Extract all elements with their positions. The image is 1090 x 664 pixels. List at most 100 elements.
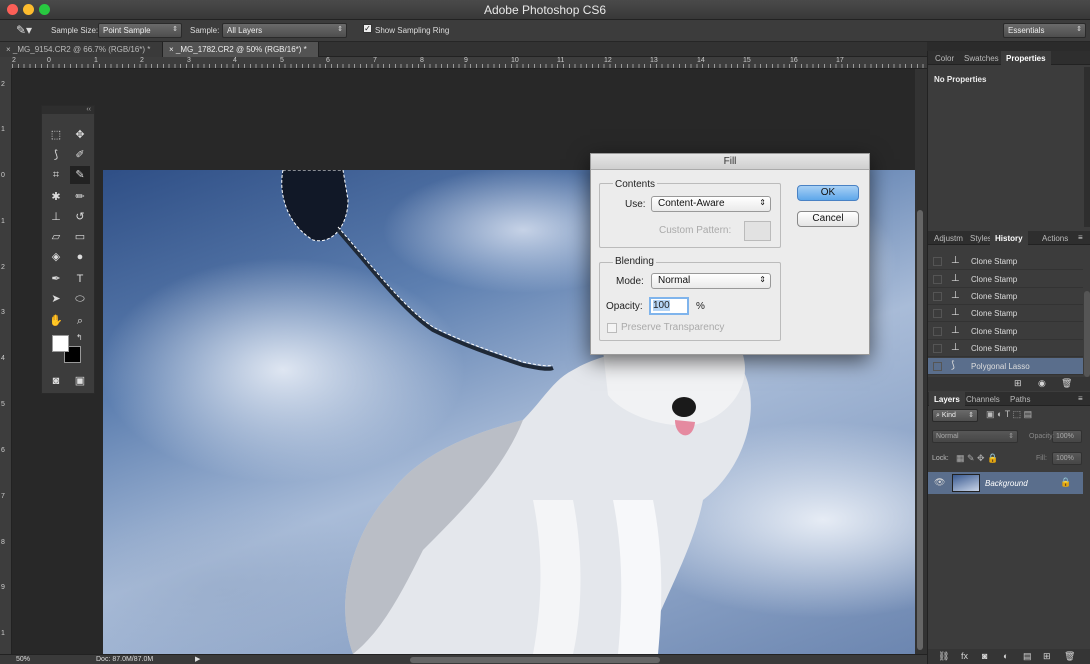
tab-adjustments[interactable]: Adjustm [929, 231, 968, 245]
cancel-button[interactable]: Cancel [797, 211, 859, 227]
clone-stamp-icon: ⊥ [951, 325, 960, 336]
title-bar: Adobe Photoshop CS6 [0, 0, 1090, 20]
history-item[interactable]: ⊥ Clone Stamp [928, 288, 1083, 305]
workspace-select[interactable]: Essentials ⇕ [1003, 23, 1086, 38]
history-scrollbar[interactable] [1084, 291, 1090, 377]
dodge-tool-icon[interactable]: ● [70, 248, 90, 266]
brush-tool-icon[interactable]: ✏ [70, 188, 90, 206]
layer-filter-icons[interactable]: ▣ ◐ T ⬚ ▤ [986, 409, 1032, 420]
tools-panel: ‹‹ ⬚ ✥ ⟆ ✐ ⌗ ✎ ✱ ✏ ⊥ ↺ ▱ ▭ ◈ ● ✒ T ➤ ⬭ ✋… [41, 105, 95, 394]
type-tool-icon[interactable]: T [70, 270, 90, 288]
eraser-tool-icon[interactable]: ▱ [46, 228, 66, 246]
custom-pattern-picker[interactable] [744, 221, 771, 241]
show-ring-checkbox[interactable]: ✓ [363, 24, 372, 33]
clone-stamp-tool-icon[interactable]: ⊥ [46, 208, 66, 226]
swap-colors-icon[interactable]: ↰ [76, 333, 83, 342]
properties-scrollbar[interactable] [1084, 67, 1090, 227]
opacity-input[interactable]: 100 [649, 297, 689, 315]
tab-layers[interactable]: Layers [929, 392, 965, 406]
history-item[interactable]: ⊥ Clone Stamp [928, 253, 1083, 270]
history-item[interactable]: ⊥ Clone Stamp [928, 323, 1083, 340]
gradient-tool-icon[interactable]: ▭ [70, 228, 90, 246]
lock-icons[interactable]: ▦ ✎ ✥ 🔒 [956, 453, 998, 464]
history-item-selected[interactable]: ⟆ Polygonal Lasso [928, 358, 1083, 375]
ruler-tick-label: 1 [1, 126, 5, 133]
blur-tool-icon[interactable]: ◈ [46, 248, 66, 266]
visibility-eye-icon[interactable]: 👁 [934, 477, 945, 488]
new-document-from-state-icon[interactable]: ⊞ [1014, 378, 1022, 389]
use-select[interactable]: Content-Aware ⇕ [651, 196, 771, 212]
mode-select[interactable]: Normal ⇕ [651, 273, 771, 289]
spot-healing-tool-icon[interactable]: ✱ [46, 188, 66, 206]
clone-stamp-icon: ⊥ [951, 342, 960, 353]
document-tab-active[interactable]: × _MG_1782.CR2 @ 50% (RGB/16*) * [163, 42, 319, 57]
history-item[interactable]: ⊥ Clone Stamp [928, 305, 1083, 322]
foreground-color-swatch[interactable] [52, 335, 69, 352]
mode-label: Mode: [616, 276, 644, 287]
zoom-tool-icon[interactable]: ⌕ [70, 312, 90, 330]
ok-button[interactable]: OK [797, 185, 859, 201]
layer-style-icon[interactable]: fx [961, 651, 968, 661]
select-arrows-icon: ⇕ [968, 412, 974, 419]
path-selection-tool-icon[interactable]: ➤ [46, 290, 66, 308]
document-tab-bar: × _MG_9154.CR2 @ 66.7% (RGB/16*) * × _MG… [0, 42, 927, 57]
clone-stamp-icon: ⊥ [951, 273, 960, 284]
tab-history[interactable]: History [990, 231, 1028, 245]
panel-menu-icon[interactable]: ≡ [1078, 394, 1083, 403]
move-tool-icon[interactable]: ✥ [70, 126, 90, 144]
link-layers-icon[interactable]: ⛓ [938, 651, 949, 662]
history-item[interactable]: ⊥ Clone Stamp [928, 271, 1083, 288]
layer-filter-select[interactable]: ⌕ Kind ⇕ [932, 409, 978, 422]
quick-mask-icon[interactable]: ◙ [46, 372, 66, 390]
blend-mode-select[interactable]: Normal ⇕ [932, 430, 1018, 443]
clone-stamp-icon: ⊥ [951, 290, 960, 301]
select-arrows-icon: ⇕ [759, 198, 766, 207]
ruler-tick-label: 13 [650, 57, 658, 64]
horizontal-ruler[interactable]: 2 0 1 2 3 4 5 6 7 8 9 10 11 12 13 14 15 … [12, 57, 927, 69]
panel-menu-icon[interactable]: ≡ [1078, 233, 1083, 242]
layer-fill-field[interactable]: 100% [1052, 452, 1082, 465]
vertical-ruler[interactable]: 2 1 0 1 2 3 4 5 6 7 8 9 1 [0, 69, 12, 654]
pen-tool-icon[interactable]: ✒ [46, 270, 66, 288]
crop-tool-icon[interactable]: ⌗ [46, 166, 66, 184]
sample-select[interactable]: All Layers ⇕ [222, 23, 347, 38]
screen-mode-icon[interactable]: ▣ [70, 372, 90, 390]
new-snapshot-icon[interactable]: ◉ [1038, 378, 1046, 389]
eyedropper-tool-preset-icon[interactable]: ✎▾ [16, 23, 32, 37]
ellipse-tool-icon[interactable]: ⬭ [70, 290, 90, 308]
collapse-tools-icon[interactable]: ‹‹ [42, 106, 94, 114]
tab-color[interactable]: Color [930, 51, 959, 65]
new-group-icon[interactable]: ▤ [1023, 651, 1032, 662]
hand-tool-icon[interactable]: ✋ [46, 312, 66, 330]
layer-name[interactable]: Background [985, 479, 1028, 488]
add-mask-icon[interactable]: ◙ [982, 651, 987, 661]
layer-opacity-field[interactable]: 100% [1052, 430, 1082, 443]
new-layer-icon[interactable]: ⊞ [1043, 651, 1051, 662]
marquee-tool-icon[interactable]: ⬚ [46, 126, 66, 144]
adjustment-layer-icon[interactable]: ◐ [1003, 651, 1008, 661]
options-bar: ✎▾ Sample Size: Point Sample ⇕ Sample: Al… [0, 20, 1090, 42]
quick-selection-tool-icon[interactable]: ✐ [70, 146, 90, 164]
horizontal-scrollbar-thumb[interactable] [410, 657, 660, 663]
eyedropper-tool-icon[interactable]: ✎ [70, 166, 90, 184]
tab-properties[interactable]: Properties [1001, 51, 1051, 65]
tab-paths[interactable]: Paths [1005, 392, 1035, 406]
sample-size-select[interactable]: Point Sample ⇕ [98, 23, 182, 38]
tab-channels[interactable]: Channels [961, 392, 1005, 406]
tab-actions[interactable]: Actions [1037, 231, 1073, 245]
zoom-level[interactable]: 50% [16, 656, 30, 663]
status-menu-arrow-icon[interactable]: ▶ [195, 655, 200, 663]
preserve-transparency-checkbox[interactable] [607, 323, 617, 333]
ruler-tick-label: 3 [187, 57, 191, 64]
layer-row-background[interactable]: 👁 Background 🔒 [928, 472, 1083, 494]
history-item[interactable]: ⊥ Clone Stamp [928, 340, 1083, 357]
trash-icon[interactable]: 🗑 [1061, 378, 1072, 389]
tab-swatches[interactable]: Swatches [959, 51, 1004, 65]
trash-icon[interactable]: 🗑 [1064, 651, 1075, 662]
lasso-tool-icon[interactable]: ⟆ [46, 146, 66, 164]
scrollbar-thumb[interactable] [917, 210, 923, 650]
ruler-tick-label: 9 [1, 584, 5, 591]
ruler-tick-label: 17 [836, 57, 844, 64]
history-brush-tool-icon[interactable]: ↺ [70, 208, 90, 226]
document-tab[interactable]: × _MG_9154.CR2 @ 66.7% (RGB/16*) * [0, 42, 163, 57]
